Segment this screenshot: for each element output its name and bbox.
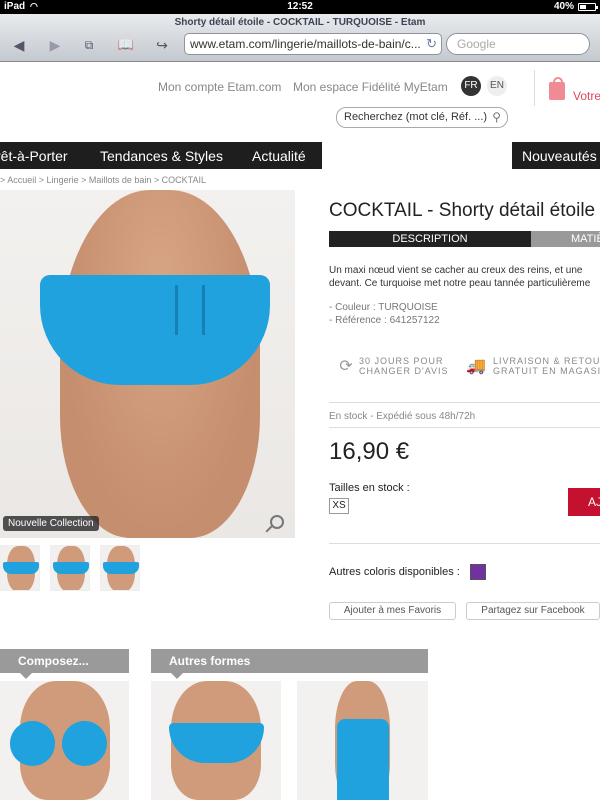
site-search-input[interactable]: Recherchez (mot clé, Réf. ...) ⚲ <box>336 107 508 128</box>
bikini-top-right <box>62 721 107 766</box>
breadcrumb: > Accueil > Lingerie > Maillots de bain … <box>0 175 206 185</box>
other-colors-label: Autres coloris disponibles : <box>329 566 460 578</box>
shape-card-bikini[interactable] <box>151 681 281 800</box>
battery-icon <box>578 3 598 11</box>
account-link[interactable]: Mon compte Etam.com <box>158 80 281 94</box>
add-to-favorites-button[interactable]: Ajouter à mes Favoris <box>329 602 456 620</box>
divider <box>329 543 600 544</box>
divider <box>329 402 600 403</box>
new-collection-badge: Nouvelle Collection <box>3 516 99 531</box>
service-free-delivery: LIVRAISON & RETOUR GRATUIT EN MAGASIN <box>493 356 600 376</box>
one-piece-swimsuit <box>337 719 389 800</box>
search-icon[interactable]: ⚲ <box>492 108 501 127</box>
section-other-shapes-header: Autres formes <box>151 649 428 679</box>
thumbnail-2[interactable] <box>50 545 90 591</box>
breadcrumb-swimwear[interactable]: > Maillots de bain <box>81 175 151 185</box>
lang-en-button[interactable]: EN <box>487 76 507 96</box>
lang-fr-button[interactable]: FR <box>461 76 481 96</box>
browser-search-field[interactable]: Google <box>446 33 590 55</box>
product-reference: - Référence : 641257122 <box>329 315 440 326</box>
thumbnail-1[interactable] <box>0 545 40 591</box>
share-facebook-button[interactable]: Partagez sur Facebook <box>466 602 600 620</box>
bookmarks-icon[interactable]: 📖 <box>115 36 137 54</box>
nav-item-actualite[interactable]: Actualité <box>252 148 306 164</box>
swim-bottom <box>40 275 270 385</box>
truck-icon: 🚚 <box>466 358 486 375</box>
divider <box>329 427 600 428</box>
product-description: Un maxi nœud vient se cacher au creux de… <box>329 264 600 290</box>
thumbnail-swim <box>3 562 39 574</box>
header-divider <box>534 70 535 106</box>
product-title: COCKTAIL - Shorty détail étoile <box>329 200 596 221</box>
sizes-label: Tailles en stock : <box>329 482 410 494</box>
site-search-placeholder: Recherchez (mot clé, Réf. ...) <box>344 111 488 123</box>
tabs-icon[interactable]: ⧉ <box>78 36 100 54</box>
tab-description[interactable]: DESCRIPTION <box>329 231 531 247</box>
url-text: www.etam.com/lingerie/maillots-de-bain/c… <box>190 37 421 51</box>
thumbnail-swim <box>53 562 89 574</box>
description-line-1: Un maxi nœud vient se cacher au creux de… <box>329 265 583 276</box>
add-to-cart-button[interactable]: AJ <box>568 488 600 516</box>
stock-status: En stock - Expédié sous 48h/72h <box>329 411 476 422</box>
clock: 12:52 <box>287 1 313 12</box>
breadcrumb-current: > COCKTAIL <box>153 175 207 185</box>
service-return-policy: 30 JOURS POUR CHANGER D'AVIS <box>359 356 449 376</box>
share-icon[interactable]: ↪ <box>151 36 173 54</box>
product-main-image[interactable] <box>0 190 295 538</box>
zoom-icon[interactable] <box>270 515 284 529</box>
breadcrumb-home[interactable]: > Accueil <box>0 175 36 185</box>
bow-detail <box>175 285 205 335</box>
thumbnail-3[interactable] <box>100 545 140 591</box>
thumbnail-swim <box>103 562 139 574</box>
battery-percentage: 40% <box>553 1 574 12</box>
breadcrumb-lingerie[interactable]: > Lingerie <box>39 175 79 185</box>
main-nav: rêt-à-Porter Tendances & Styles Actualit… <box>0 142 600 169</box>
section-compose-header: Composez... <box>0 649 129 679</box>
url-field[interactable]: www.etam.com/lingerie/maillots-de-bain/c… <box>184 33 442 55</box>
loyalty-link[interactable]: Mon espace Fidélité MyEtam <box>293 80 448 94</box>
color-swatch-purple[interactable] <box>470 564 486 580</box>
back-icon[interactable]: ◀ <box>8 36 30 54</box>
nav-item-pret-a-porter[interactable]: rêt-à-Porter <box>0 148 68 164</box>
shape-card-swimsuit[interactable] <box>297 681 428 800</box>
product-price: 16,90 € <box>329 438 410 465</box>
return-arrows-icon: ⟳ <box>339 358 353 375</box>
nav-gap <box>322 142 512 169</box>
nav-item-tendances[interactable]: Tendances & Styles <box>100 148 223 164</box>
cart-link[interactable]: Votre <box>573 89 600 103</box>
nav-item-nouveautes[interactable]: Nouveautés <box>522 148 597 164</box>
page-title: Shorty détail étoile - COCKTAIL - TURQUO… <box>174 17 426 28</box>
reload-icon[interactable]: ↻ <box>426 34 437 54</box>
product-color: - Couleur : TURQUOISE <box>329 302 438 313</box>
size-option-xs[interactable]: XS <box>329 498 349 514</box>
bikini-top-left <box>10 721 55 766</box>
compose-product-card[interactable] <box>0 681 129 800</box>
browser-toolbar: Shorty détail étoile - COCKTAIL - TURQUO… <box>0 14 600 62</box>
service-return-line-1: 30 JOURS POUR <box>359 356 444 366</box>
status-bar: iPad ◠ 12:52 40% <box>0 0 600 14</box>
description-line-2: devant. Ce turquoise met notre peau tann… <box>329 278 591 289</box>
service-delivery-line-2: GRATUIT EN MAGASIN <box>493 366 600 376</box>
shopping-bag-icon[interactable] <box>549 77 565 100</box>
tab-material[interactable]: MATIÈ <box>531 231 600 247</box>
service-return-line-2: CHANGER D'AVIS <box>359 366 449 376</box>
service-delivery-line-1: LIVRAISON & RETOUR <box>493 356 600 366</box>
product-attributes: - Couleur : TURQUOISE - Référence : 6412… <box>329 301 440 327</box>
forward-icon[interactable]: ▶ <box>44 36 66 54</box>
